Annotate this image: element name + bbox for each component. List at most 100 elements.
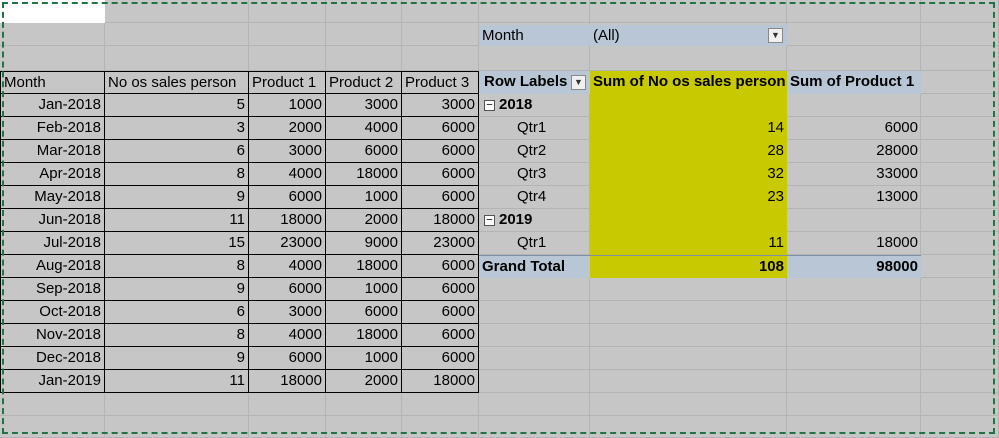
table-cell[interactable]: 6000 [402,163,479,186]
grid-cell[interactable] [787,324,921,347]
table-cell[interactable]: 6000 [402,324,479,347]
pivot-value-product1[interactable] [787,94,921,117]
table-cell[interactable]: 6000 [249,186,326,209]
table-cell[interactable]: Dec-2018 [0,347,105,370]
table-cell[interactable]: 6 [105,301,249,324]
grid-cell[interactable] [921,71,999,94]
table-cell[interactable]: 6000 [402,186,479,209]
table-cell[interactable]: 4000 [249,255,326,278]
grid-cell[interactable] [249,416,326,438]
chevron-down-icon[interactable]: ▼ [768,28,783,43]
grid-cell[interactable] [921,23,999,46]
pivot-value-product1[interactable]: 28000 [787,140,921,163]
grid-cell[interactable] [105,393,249,416]
grid-cell[interactable] [787,370,921,393]
table-cell[interactable]: 1000 [326,347,402,370]
pivot-value-product1[interactable] [787,209,921,232]
table-cell[interactable]: Apr-2018 [0,163,105,186]
grid-cell[interactable] [479,46,590,71]
grid-cell[interactable] [921,416,999,438]
grid-cell[interactable] [402,23,479,46]
table-cell[interactable]: Oct-2018 [0,301,105,324]
table-cell[interactable]: 18000 [249,370,326,393]
table-cell[interactable]: 6000 [402,278,479,301]
pivot-value-sales[interactable] [590,94,787,117]
table-cell[interactable]: May-2018 [0,186,105,209]
grid-cell[interactable] [787,416,921,438]
table-cell[interactable]: 15 [105,232,249,255]
grid-cell[interactable] [787,347,921,370]
pivot-value-sales[interactable]: 11 [590,232,787,255]
grid-cell[interactable] [479,0,590,23]
collapse-minus-icon[interactable]: − [484,100,495,111]
table-cell[interactable]: 6000 [249,278,326,301]
grid-cell[interactable] [590,416,787,438]
pivot-quarter-label[interactable]: Qtr4 [479,186,590,209]
table-cell[interactable]: 5 [105,94,249,117]
table-cell[interactable]: Jan-2019 [0,370,105,393]
pivot-quarter-label[interactable]: Qtr1 [479,232,590,255]
grid-cell[interactable] [402,416,479,438]
grid-cell[interactable] [0,416,105,438]
table-cell[interactable]: Nov-2018 [0,324,105,347]
grid-cell[interactable] [402,0,479,23]
table-cell[interactable]: 18000 [402,209,479,232]
table-cell[interactable]: 3000 [249,140,326,163]
table-cell[interactable]: 9 [105,347,249,370]
grid-cell[interactable] [590,393,787,416]
pivot-value-sales[interactable] [590,209,787,232]
table-cell[interactable]: 8 [105,163,249,186]
table-cell[interactable]: 2000 [326,209,402,232]
table-cell[interactable]: 18000 [326,163,402,186]
grid-cell[interactable] [0,393,105,416]
table-cell[interactable]: Jul-2018 [0,232,105,255]
table-cell[interactable]: 3000 [249,301,326,324]
grid-cell[interactable] [921,209,999,232]
grid-cell[interactable] [479,370,590,393]
grid-cell[interactable] [249,0,326,23]
grid-cell[interactable] [105,0,249,23]
pivot-quarter-label[interactable]: Qtr3 [479,163,590,186]
grid-cell[interactable] [921,140,999,163]
table-cell[interactable]: 3000 [402,94,479,117]
pivot-value-sales[interactable]: 32 [590,163,787,186]
grid-cell[interactable] [402,393,479,416]
pivot-value-product1[interactable]: 13000 [787,186,921,209]
grid-cell[interactable] [326,46,402,71]
table-cell[interactable]: Feb-2018 [0,117,105,140]
pivot-quarter-label[interactable]: Qtr2 [479,140,590,163]
grid-cell[interactable] [921,347,999,370]
table-cell[interactable]: 6000 [402,255,479,278]
table-cell[interactable]: 2000 [249,117,326,140]
grid-cell[interactable] [921,278,999,301]
table-cell[interactable]: 9000 [326,232,402,255]
grid-cell[interactable] [921,393,999,416]
grid-cell[interactable] [479,393,590,416]
grid-cell[interactable] [590,278,787,301]
table-cell[interactable]: 6000 [402,347,479,370]
grid-cell[interactable] [921,232,999,255]
collapse-minus-icon[interactable]: − [484,215,495,226]
grid-cell[interactable] [787,393,921,416]
table-cell[interactable]: 4000 [326,117,402,140]
grid-cell[interactable] [921,0,999,23]
table-cell[interactable]: 6000 [402,301,479,324]
pivot-value-product1[interactable]: 18000 [787,232,921,255]
table-cell[interactable]: 18000 [326,324,402,347]
grid-cell[interactable] [479,278,590,301]
table-cell[interactable]: 1000 [249,94,326,117]
table-cell[interactable]: 6000 [402,140,479,163]
grid-cell[interactable] [105,46,249,71]
pivot-filter-value[interactable]: (All) [590,25,787,46]
table-cell[interactable]: 9 [105,278,249,301]
grid-cell[interactable] [402,46,479,71]
grid-cell[interactable] [921,255,999,278]
table-cell[interactable]: 4000 [249,163,326,186]
grid-cell[interactable] [590,0,787,23]
grid-cell[interactable] [590,347,787,370]
table-cell[interactable]: 6000 [326,140,402,163]
grid-cell[interactable] [249,46,326,71]
table-cell[interactable]: 18000 [402,370,479,393]
table-cell[interactable]: 6000 [326,301,402,324]
table-cell[interactable]: 9 [105,186,249,209]
